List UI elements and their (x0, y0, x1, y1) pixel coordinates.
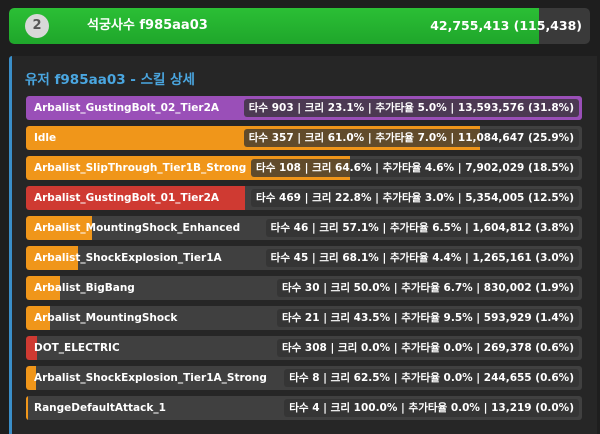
skill-row[interactable]: RangeDefaultAttack_1 타수 4 | 크리 100.0% | 추… (26, 396, 582, 420)
skill-name: Arbalist_GustingBolt_01_Tier2A (34, 192, 220, 204)
skill-stats: 타수 30 | 크리 50.0% | 추가타율 6.7% | 830,002 (… (276, 279, 579, 297)
skill-stats: 타수 46 | 크리 57.1% | 추가타율 6.5% | 1,604,812… (265, 219, 579, 237)
skill-name: Arbalist_MountingShock (34, 312, 178, 324)
rank-badge: 2 (25, 14, 49, 38)
skill-row[interactable]: Arbalist_GustingBolt_02_Tier2A 타수 903 | 크… (26, 96, 582, 120)
skill-name: Arbalist_ShockExplosion_Tier1A_Strong (34, 372, 267, 384)
skill-stats: 타수 903 | 크리 23.1% | 추가타율 5.0% | 13,593,5… (243, 99, 579, 117)
skill-name: DOT_ELECTRIC (34, 342, 120, 354)
skill-damage-bar (26, 396, 29, 420)
skill-name: Idle (34, 132, 57, 144)
skill-row[interactable]: Arbalist_MountingShock_Enhanced 타수 46 | 크… (26, 216, 582, 240)
skill-row[interactable]: DOT_ELECTRIC 타수 308 | 크리 0.0% | 추가타율 0.0%… (26, 336, 582, 360)
player-damage-total: 42,755,413 (115,438) (430, 18, 582, 33)
detail-title: 유저 f985aa03 - 스킬 상세 (25, 72, 195, 88)
skill-stats: 타수 21 | 크리 43.5% | 추가타율 9.5% | 593,929 (… (276, 309, 579, 327)
player-name: 석궁사수 f985aa03 (87, 18, 208, 33)
skill-stats: 타수 4 | 크리 100.0% | 추가타율 0.0% | 13,219 (0… (284, 399, 579, 417)
skill-name: Arbalist_ShockExplosion_Tier1A (34, 252, 222, 264)
skill-stats: 타수 8 | 크리 62.5% | 추가타율 0.0% | 244,655 (0… (284, 369, 579, 387)
skill-row[interactable]: Arbalist_SlipThrough_Tier1B_Strong 타수 108… (26, 156, 582, 180)
player-row[interactable]: 2 석궁사수 f985aa03 42,755,413 (115,438) (9, 8, 590, 44)
skill-row[interactable]: Arbalist_GustingBolt_01_Tier2A 타수 469 | 크… (26, 186, 582, 210)
skill-row[interactable]: Arbalist_ShockExplosion_Tier1A_Strong 타수 … (26, 366, 582, 390)
skill-row[interactable]: Arbalist_BigBang 타수 30 | 크리 50.0% | 추가타율 … (26, 276, 582, 300)
skill-row[interactable]: Arbalist_ShockExplosion_Tier1A 타수 45 | 크리… (26, 246, 582, 270)
skill-stats: 타수 357 | 크리 61.0% | 추가타율 7.0% | 11,084,6… (243, 129, 579, 147)
skill-row[interactable]: Idle 타수 357 | 크리 61.0% | 추가타율 7.0% | 11,0… (26, 126, 582, 150)
skill-stats: 타수 108 | 크리 64.6% | 추가타율 4.6% | 7,902,02… (251, 159, 579, 177)
skill-stats: 타수 45 | 크리 68.1% | 추가타율 4.4% | 1,265,161… (265, 249, 579, 267)
skill-name: Arbalist_GustingBolt_02_Tier2A (34, 102, 220, 114)
skill-row[interactable]: Arbalist_MountingShock 타수 21 | 크리 43.5% |… (26, 306, 582, 330)
skill-detail-panel: 유저 f985aa03 - 스킬 상세 Arbalist_GustingBolt… (9, 56, 597, 434)
skill-name: RangeDefaultAttack_1 (34, 402, 166, 414)
skill-name: Arbalist_MountingShock_Enhanced (34, 222, 241, 234)
skill-stats: 타수 308 | 크리 0.0% | 추가타율 0.0% | 269,378 (… (276, 339, 579, 357)
skill-name: Arbalist_SlipThrough_Tier1B_Strong (34, 162, 247, 174)
skill-stats: 타수 469 | 크리 22.8% | 추가타율 3.0% | 5,354,00… (251, 189, 579, 207)
skill-name: Arbalist_BigBang (34, 282, 135, 294)
